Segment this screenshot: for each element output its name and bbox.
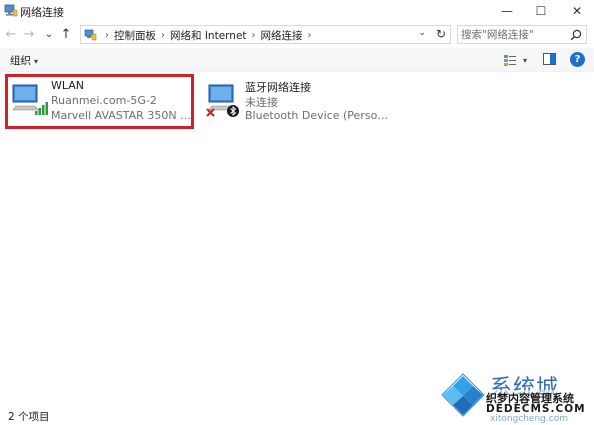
- organize-menu-button[interactable]: 组织 ▾: [10, 53, 38, 68]
- refresh-button[interactable]: ↻: [436, 27, 446, 41]
- minimize-button[interactable]: —: [491, 0, 523, 22]
- search-box[interactable]: [457, 25, 587, 44]
- search-icon[interactable]: [570, 29, 582, 41]
- up-button[interactable]: ↑: [59, 26, 73, 42]
- network-connections-icon: [4, 4, 18, 17]
- connection-item-bluetooth[interactable]: 蓝牙网络连接 未连接 Bluetooth Device (Personal Ar…: [199, 73, 399, 128]
- network-folder-icon: [84, 29, 97, 41]
- change-view-button[interactable]: ▾: [503, 52, 531, 68]
- chevron-down-icon: ▾: [34, 57, 39, 66]
- search-input[interactable]: [461, 27, 566, 42]
- connection-name: 蓝牙网络连接: [245, 81, 311, 94]
- view-options-icon: [504, 54, 516, 66]
- watermark: 系统城 织梦内容管理系统 DEDECMS.COM xitongcheng.com: [440, 368, 594, 425]
- forward-button[interactable]: →: [22, 26, 36, 42]
- breadcrumb-separator[interactable]: ›: [252, 30, 256, 41]
- connection-status: 未连接: [245, 96, 278, 109]
- title-bar: 网络连接 — ☐ ✕: [0, 0, 594, 22]
- breadcrumb-separator[interactable]: ›: [161, 30, 165, 41]
- chevron-down-icon: ▾: [523, 55, 528, 65]
- breadcrumb-separator[interactable]: ›: [105, 30, 109, 41]
- breadcrumb: › 控制面板 › 网络和 Internet › 网络连接 ›: [105, 28, 317, 43]
- back-button[interactable]: ←: [4, 26, 18, 42]
- address-dropdown-button[interactable]: ⌄: [418, 28, 426, 38]
- address-bar[interactable]: › 控制面板 › 网络和 Internet › 网络连接 › ⌄ ↻: [80, 25, 451, 44]
- command-bar: 组织 ▾ ▾ ?: [0, 48, 594, 72]
- organize-label: 组织: [10, 55, 31, 67]
- navigation-bar: ← → ⌄ ↑ › 控制面板 › 网络和 Internet › 网络连接 › ⌄…: [0, 23, 594, 46]
- help-button[interactable]: ?: [570, 52, 585, 67]
- connection-device: Bluetooth Device (Personal Are...: [245, 109, 395, 122]
- maximize-button[interactable]: ☐: [525, 0, 557, 22]
- window-title: 网络连接: [20, 6, 64, 19]
- bluetooth-network-icon: [206, 84, 239, 117]
- recent-locations-button[interactable]: ⌄: [42, 26, 56, 42]
- watermark-logo-icon: [441, 373, 485, 417]
- highlight-box: [5, 74, 194, 129]
- close-button[interactable]: ✕: [561, 0, 593, 22]
- breadcrumb-separator[interactable]: ›: [308, 30, 312, 41]
- breadcrumb-network-connections[interactable]: 网络连接: [261, 28, 303, 43]
- item-count: 2 个项目: [8, 411, 50, 423]
- preview-pane-icon[interactable]: [543, 53, 556, 65]
- watermark-sub-text: xitongcheng.com: [490, 414, 568, 424]
- breadcrumb-control-panel[interactable]: 控制面板: [114, 28, 156, 43]
- connections-list: WLAN Ruanmei.com-5G-2 Marvell AVASTAR 35…: [0, 73, 594, 405]
- breadcrumb-network-internet[interactable]: 网络和 Internet: [170, 28, 247, 43]
